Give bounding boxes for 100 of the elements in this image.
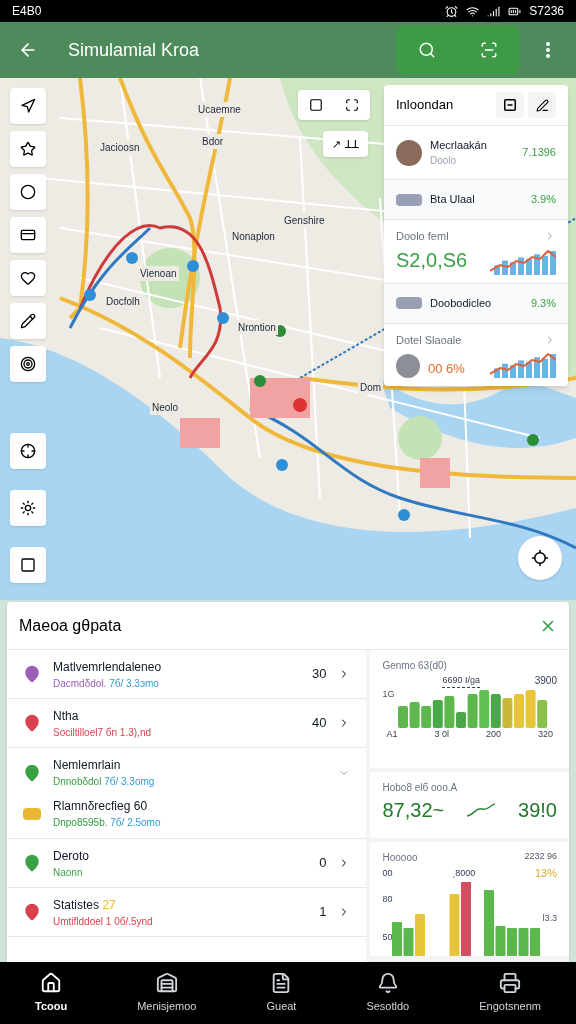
map-label: Jacioosn [98,140,142,155]
crosshair-icon [20,443,36,459]
row-value: 00 6% [428,359,466,378]
axis-label: 00 [382,866,393,880]
row-title: Bta Ulaal [430,192,476,208]
chart-note: 6690 I/ga [442,673,480,688]
row-title: Doolo feml [396,229,449,244]
map-tool-button[interactable] [10,433,46,469]
map-tool-button[interactable] [10,131,46,167]
map-label: Nonaplon [230,229,277,244]
item-count: 30 [312,665,327,684]
card-title: Hooooo [382,851,418,865]
map-tool-button[interactable] [10,217,46,253]
row-subtitle: Doolo [430,154,458,169]
nav-tab[interactable]: Gueat [266,971,297,1015]
locate-icon [531,549,549,567]
map-tool-button[interactable] [10,547,46,583]
item-count: 40 [312,714,327,733]
item-title: Rlamnδrecfieg 60 [53,798,149,815]
item-subtitle: Dacmdδdol. 7б/ 3.3эmo [53,676,160,691]
item-subtitle: Umtiflddoel 1 0б/.5ynd [53,914,154,929]
minus-square-icon [504,99,516,111]
item-title: Nemlemrlain [53,757,122,774]
list-subitem[interactable]: Rlamnδrecfieg 60 Dnpo8595b. 7б/ 2.5omo [7,797,367,830]
item-title: Statistes 27 [53,896,117,914]
axis-label: 50 [382,930,393,944]
list-item[interactable]: Ntha Sociltilloel7 бn 1.3),nd 40 [7,699,367,748]
status-text: S7236 [529,3,564,20]
search-icon [418,41,436,59]
app-title: Simulamial Kroa [68,38,201,62]
map-tool-button[interactable] [10,303,46,339]
map-tool-button[interactable] [10,346,46,382]
map-tool-button[interactable] [10,260,46,296]
avatar [396,354,420,378]
star-icon [20,141,36,157]
axis-label: A1 [386,728,398,741]
heart-icon [20,270,36,286]
pen-button[interactable] [528,92,556,118]
expand-icon [345,98,359,112]
minimize-button[interactable] [496,92,524,118]
row-value: S2,0,S6 [396,247,468,273]
map-label: Bdor [200,134,226,149]
pencil-icon [20,313,36,329]
item-title: Ntha [53,707,80,725]
wifi-icon [466,4,480,18]
map-tool-button[interactable] [10,490,46,526]
map-label: Genshire [282,213,327,228]
chart-note: ˏ8000 [452,866,476,880]
row-value: 7.1396 [522,145,556,161]
axis-label: Ɩ3.3 [542,912,557,925]
square-icon [309,98,323,112]
map-tool-button[interactable] [10,88,46,124]
map-tool-button[interactable] [10,174,46,210]
map-label: Ucaemne [196,102,243,117]
axis-label: 320 [537,728,553,741]
item-subtitle: Sociltilloel7 бn 1.3),nd [53,725,152,740]
list-item[interactable]: Deroto Naonn 0 [7,839,367,888]
thumbnail [396,193,422,206]
more-icon [546,42,550,58]
axis-label: 3 0l [434,728,449,741]
circle-icon [20,184,36,200]
row-value: 3.9% [530,192,556,208]
thumbnail [396,297,422,309]
map-label: Neolo [150,400,181,415]
map-label: Nrontion [236,320,278,335]
map-label: Dom [358,380,384,395]
house-icon [155,971,178,994]
chart-percent: 13% [534,866,557,881]
expand-button[interactable] [345,98,359,112]
item-subtitle: Dnpo8595b. 7б/ 2.5omo [53,816,161,830]
nav-tab[interactable]: Menisjemoo [137,971,197,1015]
scale-label: ↗ ꓕꓕ [323,131,368,157]
item-count: 0 [319,854,327,873]
target-icon [20,356,36,372]
axis-label: 200 [485,728,501,741]
row-title: Dotel Slaoale [396,332,462,348]
item-title: Deroto [53,847,91,865]
card-title: Genmo 63(d0) [382,659,448,673]
item-subtitle: Dnnobδdol 7б/ 3.3omg [53,775,156,789]
list-item[interactable]: Nemlemrlain Dnnobδdol 7б/ 3.3omg [7,756,367,789]
navigation-icon [20,98,36,114]
axis-label: 1G [382,688,395,701]
home-icon [40,971,63,994]
layers-button[interactable] [309,98,323,112]
list-item[interactable]: Statistes 27 Umtiflddoel 1 0б/.5ynd 1 [7,888,367,937]
status-time: E4B0 [12,3,42,20]
item-subtitle: Naonn [53,865,84,880]
list-item[interactable]: Matlvemrlendaleneo Dacmdδdol. 7б/ 3.3эmo 30 [7,650,367,699]
item-title: Matlvemrlendaleneo [53,658,163,676]
nav-tab[interactable]: Tcoou [35,971,68,1015]
axis-label: 80 [382,893,393,907]
nav-tab[interactable]: Engotsnenm [479,971,541,1015]
printer-icon [499,971,522,994]
sun-icon [20,500,36,516]
scan-icon [480,41,498,59]
chart-peak: 3900 [534,674,557,688]
pen-icon [535,98,549,112]
card-title: Inloondan [396,96,454,115]
row-title: Doobodicleo [430,295,493,311]
nav-tab[interactable]: Sesotldo [366,971,410,1015]
